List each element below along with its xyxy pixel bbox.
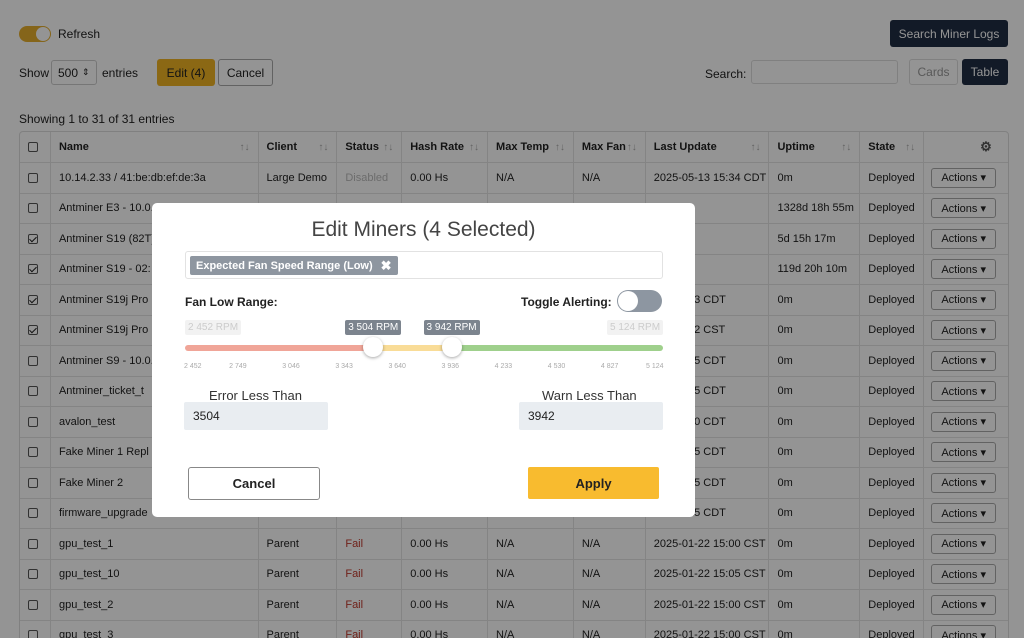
metric-tag-input[interactable]: Expected Fan Speed Range (Low) ✖ <box>185 251 663 279</box>
slider-tick-label: 4 530 <box>547 363 566 370</box>
modal-apply-button[interactable]: Apply <box>528 467 659 499</box>
fan-low-range-label: Fan Low Range: <box>185 295 278 309</box>
slider-tick-label: 4 233 <box>494 363 513 370</box>
slider-tick-label: 3 046 <box>282 363 300 370</box>
slider-max-label: 5 124 RPM <box>607 320 664 335</box>
slider-tick-label: 3 936 <box>441 363 460 370</box>
toggle-alerting-label: Toggle Alerting: <box>521 295 612 309</box>
slider-high-handle-label: 3 942 RPM <box>423 320 480 335</box>
slider-tick-label: 3 343 <box>335 363 353 370</box>
slider-ok-segment <box>451 345 663 351</box>
slider-high-handle[interactable] <box>441 337 462 357</box>
slider-tick-label: 2 452 <box>184 363 202 370</box>
edit-miners-modal: Edit Miners (4 Selected) Expected Fan Sp… <box>152 203 695 517</box>
slider-tick-label: 4 827 <box>600 363 619 370</box>
error-less-than-label: Error Less Than <box>209 388 302 403</box>
toggle-knob <box>618 291 638 311</box>
slider-warn-segment <box>373 345 452 351</box>
error-threshold-input[interactable]: 3504 <box>184 402 328 430</box>
metric-tag-label: Expected Fan Speed Range (Low) <box>196 259 373 272</box>
slider-error-segment <box>185 345 374 351</box>
warn-threshold-input[interactable]: 3942 <box>519 402 663 430</box>
slider-tick-label: 2 749 <box>229 363 247 370</box>
slider-low-handle-label: 3 504 RPM <box>345 320 402 335</box>
metric-tag: Expected Fan Speed Range (Low) ✖ <box>190 256 398 275</box>
slider-track[interactable] <box>185 345 663 351</box>
modal-cancel-button[interactable]: Cancel <box>188 467 320 500</box>
slider-min-label: 2 452 RPM <box>185 320 242 335</box>
slider-tick-label: 5 124 <box>646 363 664 370</box>
slider-low-handle[interactable] <box>363 337 384 357</box>
slider-tick-label: 3 640 <box>388 363 406 370</box>
remove-tag-icon[interactable]: ✖ <box>381 258 392 274</box>
warn-less-than-label: Warn Less Than <box>542 388 637 403</box>
alerting-toggle[interactable] <box>617 290 662 312</box>
modal-title: Edit Miners (4 Selected) <box>311 218 536 241</box>
